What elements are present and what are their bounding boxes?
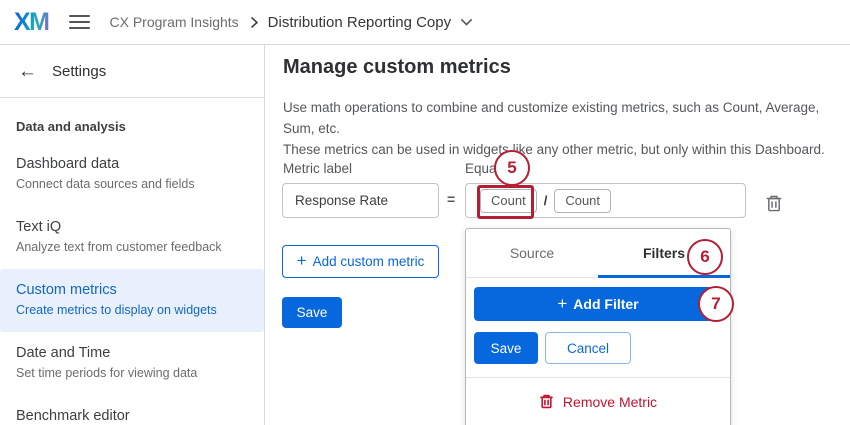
popup-cancel-button[interactable]: Cancel (545, 332, 631, 364)
sidebar-item-title: Text iQ (16, 218, 248, 237)
breadcrumb-page[interactable]: Distribution Reporting Copy (268, 14, 451, 31)
top-bar: XM CX Program Insights Distribution Repo… (0, 0, 850, 45)
add-filter-button[interactable]: + Add Filter (474, 287, 722, 321)
popup-divider (466, 377, 730, 378)
sidebar-section-label: Data and analysis (0, 98, 264, 143)
metric-label-input[interactable] (282, 183, 439, 218)
equation-caption: Equation (465, 161, 518, 176)
page-description-line1: Use math operations to combine and custo… (283, 97, 850, 139)
tab-source[interactable]: Source (466, 229, 598, 277)
breadcrumb-program[interactable]: CX Program Insights (110, 14, 239, 30)
sidebar-item-title: Date and Time (16, 344, 248, 363)
remove-metric-label: Remove Metric (563, 394, 657, 410)
hamburger-menu-icon[interactable] (69, 15, 90, 29)
add-filter-label: Add Filter (573, 296, 638, 312)
equals-sign: = (447, 191, 455, 207)
sidebar-item-subtitle: Create metrics to display on widgets (16, 302, 248, 319)
popup-save-button[interactable]: Save (474, 332, 538, 364)
main-content: Manage custom metrics Use math operation… (266, 45, 850, 425)
settings-sidebar: ← Settings Data and analysis Dashboard d… (0, 45, 265, 425)
sidebar-item-title: Benchmark editor (16, 407, 248, 425)
chevron-right-icon (250, 16, 259, 29)
back-arrow-icon: ← (18, 62, 37, 81)
remove-metric-button[interactable]: Remove Metric (474, 393, 722, 410)
app-root: XM CX Program Insights Distribution Repo… (0, 0, 850, 425)
tab-filters[interactable]: Filters (598, 229, 730, 277)
active-tab-underline (598, 275, 730, 278)
delete-metric-trash-icon[interactable] (763, 192, 785, 218)
sidebar-item-text-iq[interactable]: Text iQ Analyze text from customer feedb… (0, 206, 264, 269)
sidebar-item-subtitle: Set time periods for viewing data (16, 365, 248, 382)
settings-back[interactable]: ← Settings (0, 45, 264, 97)
sidebar-item-dashboard-data[interactable]: Dashboard data Connect data sources and … (0, 143, 264, 206)
chevron-down-icon[interactable] (460, 18, 473, 27)
xm-logo[interactable]: XM (14, 8, 49, 37)
sidebar-item-benchmark-editor[interactable]: Benchmark editor Add industry benchmarks (0, 395, 264, 425)
sidebar-item-custom-metrics[interactable]: Custom metrics Create metrics to display… (0, 269, 264, 332)
sidebar-item-date-and-time[interactable]: Date and Time Set time periods for viewi… (0, 332, 264, 395)
trash-icon (539, 393, 554, 410)
equation-operator: / (544, 193, 548, 208)
popup-body: + Add Filter Save Cancel (466, 278, 730, 410)
metric-label-caption: Metric label (283, 161, 352, 176)
sidebar-item-title: Custom metrics (16, 281, 248, 300)
page-description-line2: These metrics can be used in widgets lik… (283, 139, 850, 160)
settings-label: Settings (52, 63, 106, 80)
sidebar-nav: Dashboard data Connect data sources and … (0, 143, 264, 425)
sidebar-item-subtitle: Analyze text from customer feedback (16, 239, 248, 256)
plus-icon: + (297, 252, 307, 269)
add-custom-metric-label: Add custom metric (313, 254, 425, 269)
equation-operand-left-button[interactable]: Count (480, 189, 537, 213)
sidebar-item-subtitle: Connect data sources and fields (16, 176, 248, 193)
metric-editor-popup: Source Filters + Add Filter Save Cancel (465, 228, 731, 425)
plus-icon: + (557, 295, 567, 312)
save-button[interactable]: Save (282, 297, 342, 328)
add-custom-metric-button[interactable]: + Add custom metric (282, 245, 439, 278)
popup-tabs: Source Filters (466, 229, 730, 278)
sidebar-item-title: Dashboard data (16, 155, 248, 174)
popup-button-row: Save Cancel (474, 332, 722, 364)
page-title: Manage custom metrics (283, 56, 511, 79)
equation-box[interactable]: Count / Count (465, 183, 746, 218)
page-description: Use math operations to combine and custo… (283, 97, 850, 160)
equation-operand-right-button[interactable]: Count (554, 189, 611, 213)
